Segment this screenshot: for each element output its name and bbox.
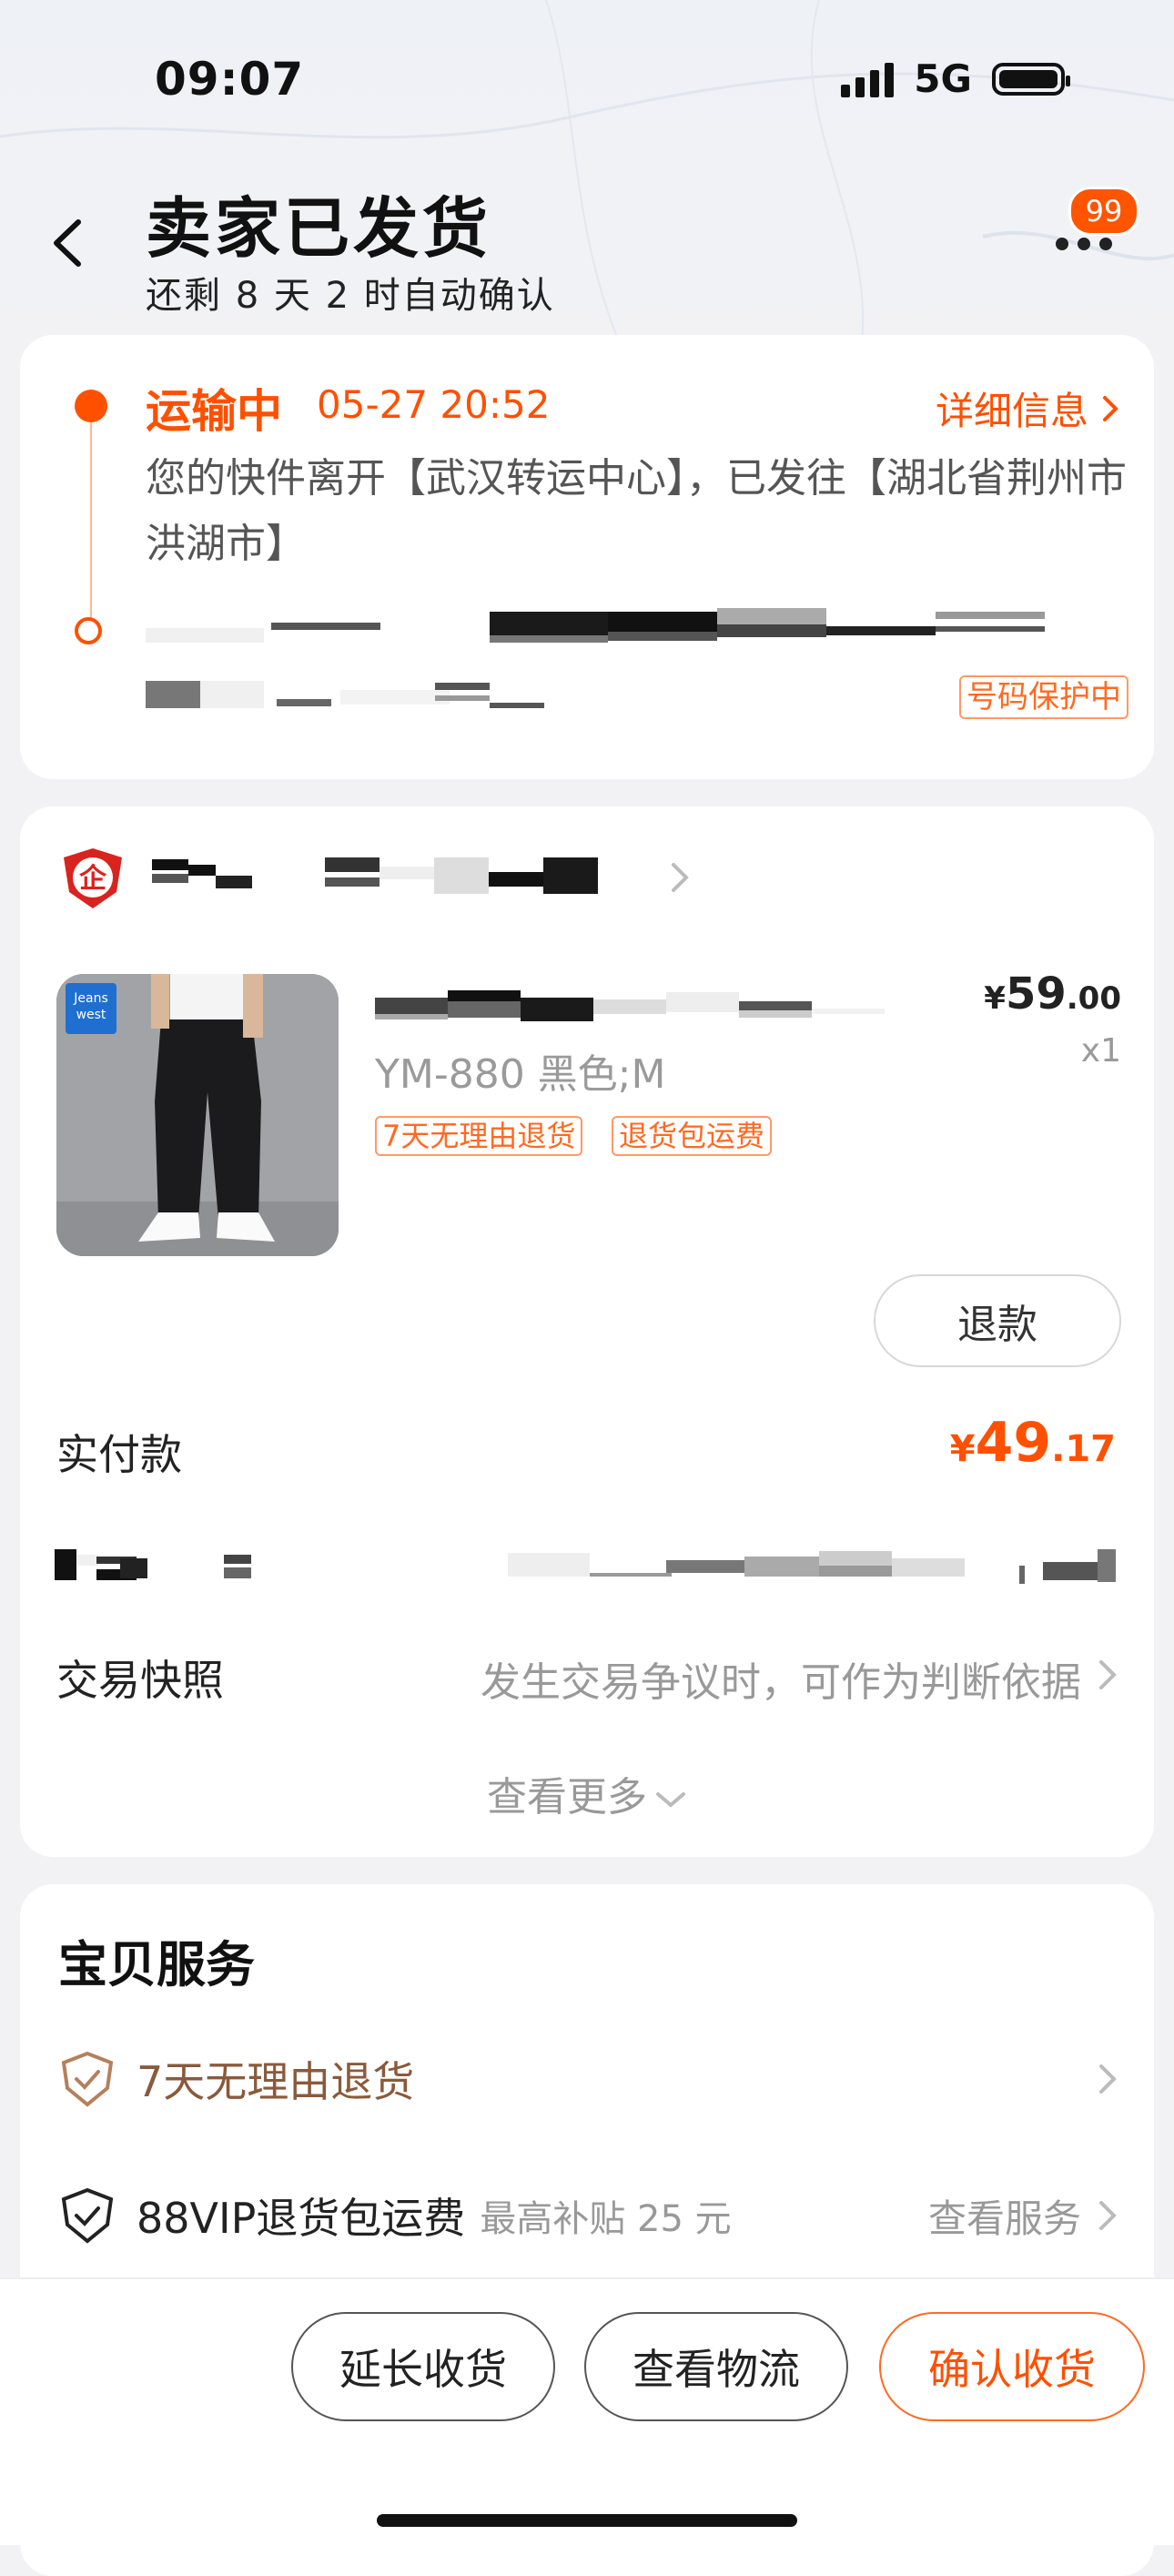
logistics-time: 05-27 20:52 bbox=[317, 382, 551, 427]
refund-button[interactable]: 退款 bbox=[874, 1274, 1121, 1367]
logistics-status: 运输中 bbox=[146, 385, 282, 438]
logistics-detail-label: 详细信息 bbox=[935, 389, 1088, 433]
chevron-right-icon bbox=[1099, 1660, 1117, 1689]
snapshot-hint[interactable]: 发生交易争议时，可作为判断依据 bbox=[481, 1649, 1081, 1708]
home-indicator bbox=[377, 2514, 797, 2527]
redacted-info-row bbox=[55, 1549, 1116, 1584]
page-title: 卖家已发货 bbox=[146, 190, 492, 267]
extend-receipt-button[interactable]: 延长收货 bbox=[291, 2312, 555, 2421]
chevron-right-icon bbox=[672, 863, 689, 892]
service-88vip-shipping[interactable]: 88VIP退货包运费 最高补贴 25 元 查看服务 bbox=[58, 2179, 1118, 2252]
service-7-day-return[interactable]: 7天无理由退货 bbox=[58, 2043, 1118, 2115]
bottom-action-bar: 延长收货 查看物流 确认收货 bbox=[0, 2279, 1174, 2545]
signal-icon bbox=[841, 61, 895, 97]
service-name: 7天无理由退货 bbox=[137, 2057, 415, 2106]
logistics-detail-link[interactable]: 详细信息 bbox=[936, 380, 1121, 436]
timeline-address-dot bbox=[75, 617, 102, 644]
view-service-link[interactable]: 查看服务 bbox=[928, 2188, 1118, 2244]
shield-check-icon bbox=[61, 2187, 114, 2244]
product-image[interactable]: Jeans west bbox=[56, 974, 339, 1256]
status-time: 09:07 bbox=[155, 53, 305, 106]
paid-amount: ¥49.17 bbox=[950, 1411, 1116, 1475]
service-name: 88VIP退货包运费 bbox=[137, 2194, 466, 2243]
brand-logo: Jeans west bbox=[66, 983, 116, 1034]
network-type: 5G bbox=[914, 56, 972, 101]
product-spec: YM-880 黑色;M bbox=[375, 1051, 666, 1098]
services-title: 宝贝服务 bbox=[58, 1936, 255, 1993]
tag-7-day-return: 7天无理由退货 bbox=[375, 1116, 583, 1156]
redacted-address bbox=[146, 608, 1045, 708]
chevron-right-icon bbox=[1099, 2201, 1117, 2230]
status-icons: 5G bbox=[841, 56, 1070, 101]
chevron-left-icon bbox=[54, 219, 81, 267]
svg-text:企: 企 bbox=[79, 863, 107, 895]
logistics-text: 您的快件离开【武汉转运中心】，已发往【湖北省荆州市洪湖市】 bbox=[146, 455, 1127, 567]
confirm-receipt-button[interactable]: 确认收货 bbox=[879, 2312, 1145, 2421]
shield-check-icon bbox=[61, 2051, 114, 2107]
timeline-line bbox=[90, 422, 92, 623]
battery-icon bbox=[992, 62, 1070, 96]
snapshot-label: 交易快照 bbox=[56, 1656, 224, 1705]
view-logistics-button[interactable]: 查看物流 bbox=[584, 2312, 848, 2421]
price-decimal: .00 bbox=[1066, 980, 1121, 1017]
timeline-active-dot bbox=[75, 390, 107, 422]
enterprise-shop-icon: 企 bbox=[64, 848, 122, 908]
service-subsidy: 最高补贴 25 元 bbox=[480, 2198, 732, 2240]
price-integer: 59 bbox=[1005, 969, 1067, 1019]
message-count-badge: 99 bbox=[1068, 187, 1139, 236]
paid-symbol: ¥ bbox=[949, 1428, 976, 1470]
paid-label: 实付款 bbox=[56, 1430, 182, 1479]
service-link bbox=[1096, 2061, 1118, 2097]
product-quantity: x1 bbox=[1080, 1032, 1121, 1070]
view-service-label: 查看服务 bbox=[927, 2196, 1081, 2241]
chevron-right-icon bbox=[1103, 395, 1118, 421]
price-symbol: ¥ bbox=[984, 980, 1006, 1017]
order-card: 企 Jeans west YM-880 黑色;M 7天无理由退货 退货包运费 ¥… bbox=[20, 806, 1154, 1857]
tag-return-shipping: 退货包运费 bbox=[612, 1116, 773, 1156]
back-button[interactable] bbox=[46, 211, 91, 275]
chevron-right-icon bbox=[1099, 2064, 1117, 2094]
logistics-card[interactable]: 运输中 05-27 20:52 详细信息 您的快件离开【武汉转运中心】，已发往【… bbox=[20, 335, 1154, 779]
auto-confirm-countdown: 还剩 8 天 2 时自动确认 bbox=[146, 275, 555, 317]
more-menu-button[interactable]: 99 bbox=[1056, 187, 1139, 269]
see-more-button[interactable]: 查看更多 bbox=[20, 1764, 1154, 1822]
chevron-down-icon bbox=[656, 1792, 685, 1808]
redacted-shop-name[interactable] bbox=[152, 856, 680, 901]
number-protection-badge: 号码保护中 bbox=[959, 675, 1128, 719]
paid-integer: 49 bbox=[975, 1411, 1052, 1475]
paid-decimal: .17 bbox=[1051, 1428, 1116, 1470]
more-dots-icon bbox=[1056, 238, 1112, 250]
see-more-label: 查看更多 bbox=[487, 1774, 647, 1820]
redacted-product-title[interactable] bbox=[375, 990, 921, 1027]
product-price: ¥59.00 bbox=[984, 969, 1121, 1019]
